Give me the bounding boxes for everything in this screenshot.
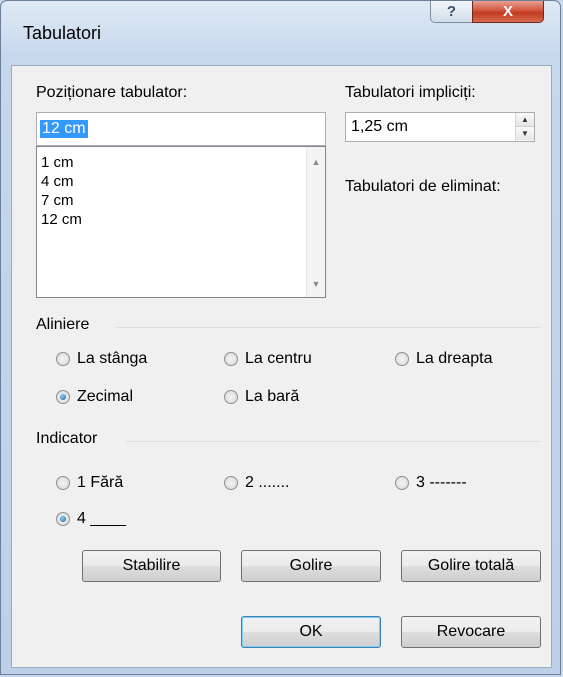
clear-button[interactable]: Golire (241, 550, 381, 582)
radio-circle-icon (224, 390, 238, 404)
tabs-to-clear-label: Tabulatori de eliminat: (345, 178, 501, 195)
leader-group-divider (126, 441, 541, 442)
list-scrollbar[interactable]: ▲ ▼ (306, 147, 325, 297)
set-button[interactable]: Stabilire (82, 550, 221, 582)
tab-position-value: 12 cm (40, 120, 88, 138)
leader-group-label: Indicator (36, 430, 98, 447)
radio-circle-icon (224, 476, 238, 490)
radio-circle-icon (395, 476, 409, 490)
align-decimal-radio[interactable]: Zecimal (56, 388, 133, 406)
tabs-dialog-window: Tabulatori ? X Poziționare tabulator: 12… (0, 0, 561, 675)
window-title: Tabulatori (23, 23, 102, 43)
clear-all-button[interactable]: Golire totală (401, 550, 541, 582)
ok-button[interactable]: OK (241, 616, 381, 648)
tab-position-input[interactable]: 12 cm (36, 112, 326, 146)
tab-position-list[interactable]: 1 cm 4 cm 7 cm 12 cm ▲ ▼ (36, 146, 326, 298)
spin-buttons[interactable]: ▲ ▼ (515, 113, 534, 141)
radio-circle-icon (56, 476, 70, 490)
align-left-radio[interactable]: La stânga (56, 350, 147, 368)
alignment-group-label: Aliniere (36, 316, 90, 333)
radio-selected-icon (56, 512, 70, 526)
list-item[interactable]: 4 cm (37, 172, 325, 191)
close-button[interactable]: X (472, 1, 544, 23)
scroll-up-arrow-icon[interactable]: ▲ (307, 153, 325, 171)
scroll-down-arrow-icon[interactable]: ▼ (307, 275, 325, 293)
list-item[interactable]: 12 cm (37, 210, 325, 229)
leader-underline-radio[interactable]: 4 ____ (56, 510, 126, 528)
align-right-radio[interactable]: La dreapta (395, 350, 493, 368)
default-tabs-value: 1,25 cm (351, 118, 408, 135)
align-center-radio[interactable]: La centru (224, 350, 312, 368)
help-button[interactable]: ? (430, 1, 473, 23)
spin-down-icon[interactable]: ▼ (516, 127, 534, 140)
default-tabs-label: Tabulatori impliciți: (345, 84, 476, 101)
tab-position-label: Poziționare tabulator: (36, 84, 188, 101)
list-item[interactable]: 1 cm (37, 153, 325, 172)
radio-circle-icon (395, 352, 409, 366)
dialog-client-area: Poziționare tabulator: 12 cm 1 cm 4 cm 7… (11, 65, 552, 668)
leader-none-radio[interactable]: 1 Fără (56, 474, 123, 492)
leader-dots-radio[interactable]: 2 ....... (224, 474, 289, 492)
default-tabs-spinbox[interactable]: 1,25 cm ▲ ▼ (345, 112, 535, 142)
alignment-group-divider (116, 327, 541, 328)
align-bar-radio[interactable]: La bară (224, 388, 299, 406)
title-bar[interactable]: Tabulatori ? X (1, 1, 560, 63)
radio-circle-icon (224, 352, 238, 366)
spin-up-icon[interactable]: ▲ (516, 113, 534, 127)
radio-selected-icon (56, 390, 70, 404)
leader-dashes-radio[interactable]: 3 ------- (395, 474, 467, 492)
list-item[interactable]: 7 cm (37, 191, 325, 210)
cancel-button[interactable]: Revocare (401, 616, 541, 648)
radio-circle-icon (56, 352, 70, 366)
